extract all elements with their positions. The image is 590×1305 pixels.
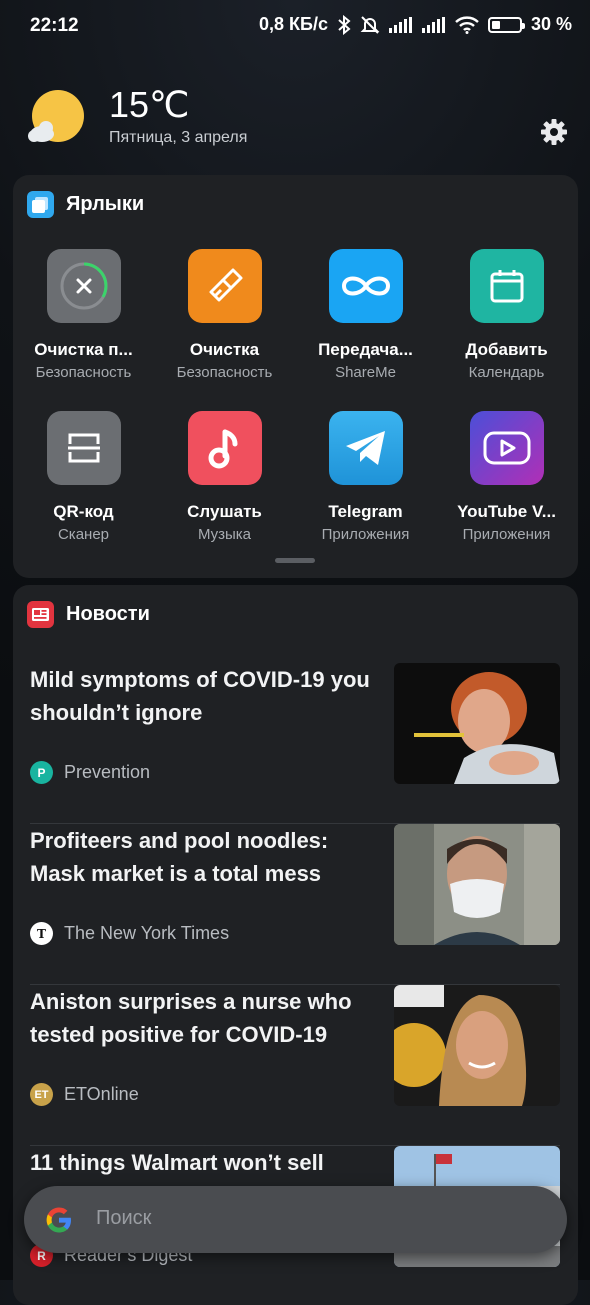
shortcut-sublabel: Календарь — [468, 364, 545, 381]
news-thumbnail — [394, 663, 560, 784]
gear-icon[interactable] — [540, 118, 568, 146]
scanner-icon — [46, 411, 121, 485]
news-source: ET ETOnline — [30, 1083, 139, 1106]
shortcut-qr-scanner[interactable]: QR-код Сканер — [13, 411, 154, 543]
bluetooth-icon — [337, 14, 351, 35]
temperature: 15℃ — [109, 84, 190, 125]
cleaner-icon — [46, 249, 121, 323]
weather-widget[interactable]: 15℃ Пятница, 3 апреля — [28, 84, 568, 154]
shortcuts-icon — [27, 191, 54, 218]
signal-icon-2 — [421, 16, 446, 33]
news-source: P Prevention — [30, 761, 150, 784]
shortcut-sublabel: ShareMe — [335, 364, 396, 381]
shortcut-calendar[interactable]: Добавить Календарь — [436, 249, 577, 381]
shortcut-label: YouTube V... — [457, 502, 556, 521]
collapse-handle[interactable] — [275, 558, 315, 563]
news-headline: 11 things Walmart won’t sell — [30, 1150, 324, 1175]
shortcut-telegram[interactable]: Telegram Приложения — [295, 411, 436, 543]
infinity-icon — [328, 249, 403, 323]
shortcut-cleaner[interactable]: Очистка Безопасность — [154, 249, 295, 381]
nyt-logo-icon: T — [30, 922, 53, 945]
news-headline: Aniston surprises a nurse who tested pos… — [30, 989, 352, 1047]
prevention-logo-icon: P — [30, 761, 53, 784]
signal-icon — [388, 16, 413, 33]
date-label: Пятница, 3 апреля — [109, 129, 248, 146]
battery-percent: 30 % — [530, 14, 572, 34]
shortcuts-header: Ярлыки — [27, 191, 144, 218]
status-bar: 22:12 0,8 КБ/с 30 % — [0, 0, 590, 54]
music-icon — [187, 411, 262, 485]
news-item[interactable]: Profiteers and pool noodles: Mask market… — [30, 824, 560, 985]
network-speed: 0,8 КБ/с — [259, 14, 328, 34]
news-headline: Mild symptoms of COVID-19 you shouldn’t … — [30, 667, 370, 725]
broom-icon — [187, 249, 262, 323]
shortcut-sublabel: Приложения — [321, 526, 410, 543]
shortcut-sublabel: Сканер — [57, 526, 110, 543]
shortcut-label: Очистка п... — [34, 340, 133, 359]
news-source-name: ETOnline — [64, 1084, 139, 1104]
youtube-vanced-icon — [469, 411, 544, 485]
newspaper-icon — [27, 601, 54, 628]
news-thumbnail — [394, 824, 560, 945]
news-title: Новости — [66, 603, 150, 625]
news-source-name: Prevention — [64, 762, 151, 782]
news-item[interactable]: Mild symptoms of COVID-19 you shouldn’t … — [30, 663, 560, 824]
telegram-icon — [328, 411, 403, 485]
shortcut-shareme[interactable]: Передача... ShareMe — [295, 249, 436, 381]
news-header: Новости — [27, 601, 150, 628]
status-time: 22:12 — [30, 15, 79, 36]
search-placeholder: Поиск — [96, 1207, 152, 1229]
shortcut-label: Слушать — [187, 502, 262, 521]
silent-bell-icon — [360, 15, 380, 35]
calendar-icon — [469, 249, 544, 323]
news-source: T The New York Times — [30, 922, 229, 945]
wifi-icon — [455, 15, 479, 34]
news-thumbnail — [394, 985, 560, 1106]
shortcuts-title: Ярлыки — [66, 193, 145, 215]
google-logo-icon — [44, 1205, 74, 1235]
shortcut-label: Очистка — [189, 340, 260, 359]
shortcut-sublabel: Безопасность — [35, 364, 132, 381]
shortcut-sublabel: Безопасность — [176, 364, 273, 381]
shortcut-label: QR-код — [53, 502, 114, 521]
news-headline: Profiteers and pool noodles: Mask market… — [30, 828, 329, 886]
shortcut-music[interactable]: Слушать Музыка — [154, 411, 295, 543]
status-icons: 0,8 КБ/с 30 % — [259, 14, 572, 35]
battery-icon — [487, 16, 525, 33]
shortcut-cleaner-files[interactable]: Очистка п... Безопасность — [13, 249, 154, 381]
search-bar[interactable]: Поиск — [24, 1186, 567, 1253]
news-item[interactable]: Aniston surprises a nurse who tested pos… — [30, 985, 560, 1146]
shortcuts-card: Ярлыки Очистка п... Безопасность Очистка… — [13, 175, 578, 578]
shortcut-label: Добавить — [465, 340, 548, 359]
shortcut-sublabel: Приложения — [462, 526, 551, 543]
shortcut-youtube-vanced[interactable]: YouTube V... Приложения — [436, 411, 577, 543]
shortcut-label: Telegram — [328, 502, 403, 521]
shortcut-sublabel: Музыка — [197, 526, 252, 543]
shortcut-label: Передача... — [318, 340, 413, 359]
etonline-logo-icon: ET — [30, 1083, 53, 1106]
news-source-name: The New York Times — [64, 923, 230, 943]
partly-cloudy-icon — [28, 88, 86, 146]
